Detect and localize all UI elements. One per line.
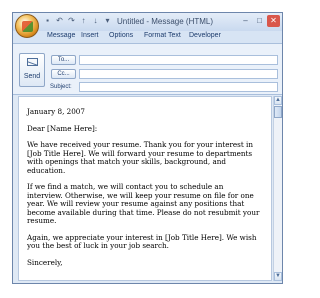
window-controls: – □ ✕ bbox=[239, 15, 280, 27]
tab-developer[interactable]: Developer bbox=[189, 32, 221, 39]
letter-paragraph: If we find a match, we will contact you … bbox=[27, 182, 260, 225]
cc-field[interactable] bbox=[79, 69, 278, 79]
down-arrow-icon[interactable]: ↓ bbox=[91, 16, 100, 26]
outlook-message-window: ▪ ↶ ↷ ↑ ↓ ▾ Untitled - Message (HTML) – … bbox=[12, 12, 283, 284]
send-button[interactable]: Send bbox=[19, 53, 45, 87]
scroll-down-icon[interactable]: ▼ bbox=[274, 272, 282, 281]
letter-date: January 8, 2007 bbox=[27, 107, 85, 116]
minimize-button[interactable]: – bbox=[239, 15, 252, 27]
quick-access-toolbar: ▪ ↶ ↷ ↑ ↓ ▾ bbox=[43, 16, 112, 26]
to-button[interactable]: To... bbox=[51, 55, 76, 65]
undo-icon[interactable]: ↶ bbox=[55, 16, 64, 26]
scroll-thumb[interactable] bbox=[274, 106, 282, 118]
ribbon-tabs: Message Insert Options Format Text Devel… bbox=[13, 31, 282, 44]
vertical-scrollbar[interactable]: ▲ ▼ bbox=[273, 96, 282, 281]
customize-icon[interactable]: ▾ bbox=[103, 16, 112, 26]
tab-message[interactable]: Message bbox=[47, 32, 75, 39]
cc-button[interactable]: Cc... bbox=[51, 69, 76, 79]
window-title: Untitled - Message (HTML) bbox=[117, 17, 214, 26]
message-body[interactable]: January 8, 2007 Dear [Name Here]: We hav… bbox=[18, 96, 272, 281]
scroll-up-icon[interactable]: ▲ bbox=[274, 96, 282, 105]
office-button[interactable] bbox=[15, 14, 39, 38]
send-label: Send bbox=[23, 73, 41, 80]
tab-format-text[interactable]: Format Text bbox=[144, 32, 181, 39]
envelope-icon bbox=[27, 58, 38, 66]
letter-closing: Sincerely, bbox=[27, 257, 63, 267]
tab-insert[interactable]: Insert bbox=[81, 32, 99, 39]
letter-text: January 8, 2007 Dear [Name Here]: We hav… bbox=[27, 107, 261, 275]
tab-options[interactable]: Options bbox=[109, 32, 133, 39]
letter-paragraph: We have received your resume. Thank you … bbox=[27, 140, 253, 175]
maximize-button[interactable]: □ bbox=[253, 15, 266, 27]
up-arrow-icon[interactable]: ↑ bbox=[79, 16, 88, 26]
close-button[interactable]: ✕ bbox=[267, 15, 280, 27]
subject-label: Subject: bbox=[50, 84, 72, 90]
redo-icon[interactable]: ↷ bbox=[67, 16, 76, 26]
to-field[interactable] bbox=[79, 55, 278, 65]
subject-field[interactable] bbox=[79, 82, 278, 92]
letter-salutation: Dear [Name Here]: bbox=[27, 123, 98, 133]
save-icon[interactable]: ▪ bbox=[43, 16, 52, 26]
letter-paragraph: Again, we appreciate your interest in [J… bbox=[27, 232, 257, 250]
title-bar: ▪ ↶ ↷ ↑ ↓ ▾ Untitled - Message (HTML) – … bbox=[13, 13, 282, 31]
message-header: Send To... Cc... Subject: bbox=[13, 44, 282, 95]
